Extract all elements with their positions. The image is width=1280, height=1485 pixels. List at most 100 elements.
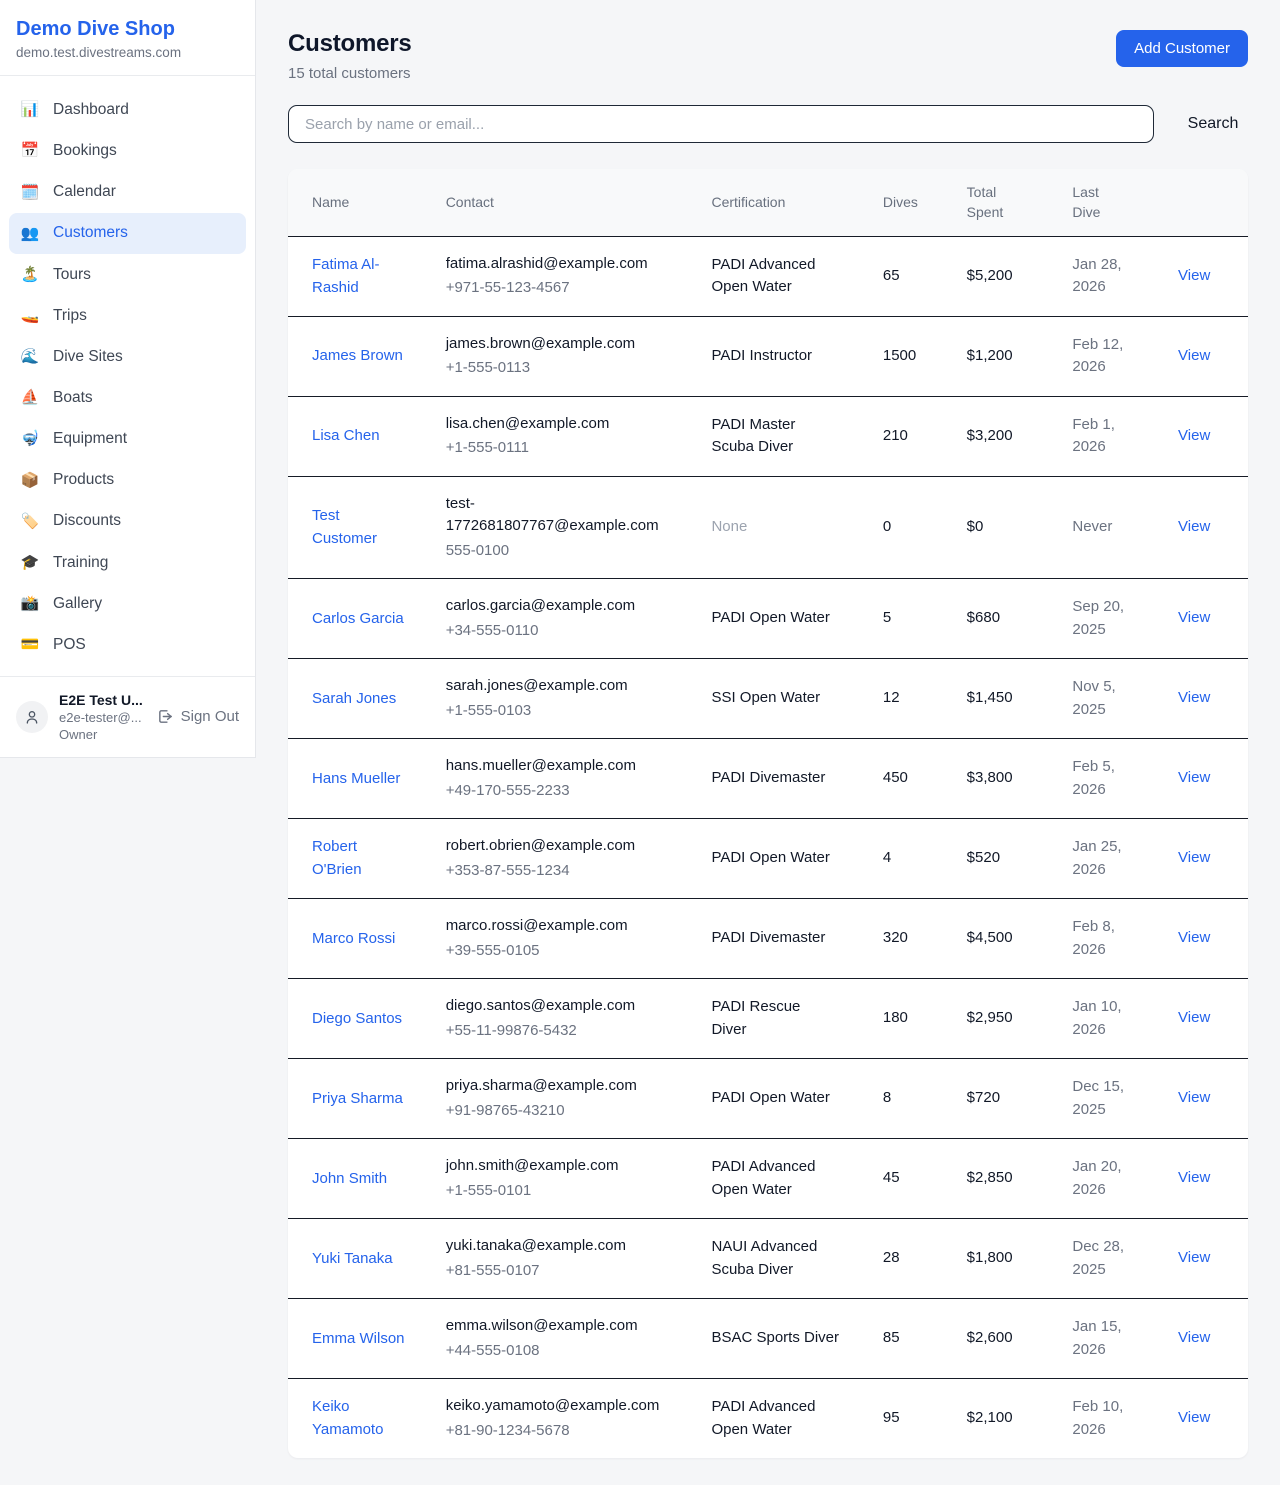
customer-name-link[interactable]: Hans Mueller — [312, 767, 400, 790]
sidebar: Demo Dive Shop demo.test.divestreams.com… — [0, 0, 256, 758]
customer-name-link[interactable]: Carlos Garcia — [312, 607, 404, 630]
sidebar-item-calendar[interactable]: 🗓️ Calendar — [9, 172, 246, 212]
view-link[interactable]: View — [1178, 929, 1210, 946]
customer-total-spent: $2,600 — [955, 1299, 1061, 1379]
table-row: Lisa Chen lisa.chen@example.com +1-555-0… — [288, 396, 1248, 476]
table-header-row: Name Contact Certification Dives Total S… — [288, 169, 1248, 236]
sidebar-item-discounts[interactable]: 🏷️ Discounts — [9, 501, 246, 541]
view-link[interactable]: View — [1178, 1009, 1210, 1026]
column-header-name: Name — [288, 169, 434, 236]
sidebar-item-dive-sites[interactable]: 🌊 Dive Sites — [9, 337, 246, 377]
customer-email: lisa.chen@example.com — [446, 413, 688, 436]
sidebar-user-panel: E2E Test U... e2e-tester@... Owner Sign … — [0, 676, 255, 757]
customer-email: james.brown@example.com — [446, 333, 688, 356]
customer-email: test-1772681807767@example.com — [446, 493, 688, 538]
view-link[interactable]: View — [1178, 427, 1210, 444]
customer-name-link[interactable]: Sarah Jones — [312, 687, 396, 710]
customer-name-link[interactable]: Priya Sharma — [312, 1087, 403, 1110]
customer-name-link[interactable]: Marco Rossi — [312, 927, 395, 950]
sidebar-item-equipment[interactable]: 🤿 Equipment — [9, 419, 246, 459]
view-link[interactable]: View — [1178, 1169, 1210, 1186]
add-customer-button[interactable]: Add Customer — [1116, 30, 1248, 67]
customer-name-link[interactable]: Test Customer — [312, 504, 406, 551]
customer-phone: +81-555-0107 — [446, 1260, 688, 1283]
sidebar-item-tours[interactable]: 🏝️ Tours — [9, 255, 246, 295]
people-icon: 👥 — [20, 224, 40, 244]
view-link[interactable]: View — [1178, 1089, 1210, 1106]
customer-total-spent: $3,200 — [955, 396, 1061, 476]
customer-email: marco.rossi@example.com — [446, 915, 688, 938]
sidebar-item-boats[interactable]: ⛵ Boats — [9, 378, 246, 418]
customer-email: hans.mueller@example.com — [446, 755, 688, 778]
customer-certification: PADI Master Scuba Diver — [711, 414, 839, 459]
customer-last-dive: Jan 15, 2026 — [1072, 1316, 1136, 1361]
view-link[interactable]: View — [1178, 347, 1210, 364]
customer-dives: 4 — [871, 819, 955, 899]
person-icon — [24, 709, 40, 725]
customer-phone: +1-555-0103 — [446, 700, 688, 723]
view-link[interactable]: View — [1178, 689, 1210, 706]
sidebar-item-training[interactable]: 🎓 Training — [9, 543, 246, 583]
search-input[interactable] — [288, 105, 1154, 143]
customer-certification: PADI Open Water — [711, 1087, 839, 1110]
customer-total-spent: $3,800 — [955, 739, 1061, 819]
main-content: Customers 15 total customers Add Custome… — [256, 0, 1280, 1458]
search-button[interactable]: Search — [1154, 115, 1248, 133]
customer-name-link[interactable]: James Brown — [312, 344, 403, 367]
island-icon: 🏝️ — [20, 265, 40, 285]
sidebar-item-dashboard[interactable]: 📊 Dashboard — [9, 90, 246, 130]
customer-name-link[interactable]: Keiko Yamamoto — [312, 1395, 406, 1442]
customer-name-link[interactable]: Robert O'Brien — [312, 835, 406, 882]
view-link[interactable]: View — [1178, 1409, 1210, 1426]
customers-table: Name Contact Certification Dives Total S… — [288, 169, 1248, 1458]
customer-dives: 5 — [871, 579, 955, 659]
customer-name-link[interactable]: John Smith — [312, 1167, 387, 1190]
customer-last-dive: Dec 15, 2025 — [1072, 1076, 1136, 1121]
column-header-certification: Certification — [699, 169, 870, 236]
customer-last-dive: Feb 1, 2026 — [1072, 414, 1136, 459]
customer-email: keiko.yamamoto@example.com — [446, 1395, 688, 1418]
view-link[interactable]: View — [1178, 1329, 1210, 1346]
customer-certification: PADI Open Water — [711, 607, 839, 630]
customer-name-link[interactable]: Lisa Chen — [312, 424, 380, 447]
customer-last-dive: Jan 20, 2026 — [1072, 1156, 1136, 1201]
view-link[interactable]: View — [1178, 609, 1210, 626]
column-header-contact: Contact — [434, 169, 700, 236]
sidebar-item-customers[interactable]: 👥 Customers — [9, 213, 246, 253]
customer-dives: 180 — [871, 979, 955, 1059]
customer-total-spent: $2,850 — [955, 1139, 1061, 1219]
sign-out-label: Sign Out — [181, 708, 239, 725]
sidebar-item-products[interactable]: 📦 Products — [9, 460, 246, 500]
sidebar-item-trips[interactable]: 🚤 Trips — [9, 296, 246, 336]
customer-certification: PADI Open Water — [711, 847, 839, 870]
view-link[interactable]: View — [1178, 769, 1210, 786]
customer-email: sarah.jones@example.com — [446, 675, 688, 698]
customer-name-link[interactable]: Diego Santos — [312, 1007, 402, 1030]
customer-total-spent: $1,800 — [955, 1219, 1061, 1299]
customer-phone: +34-555-0110 — [446, 620, 688, 643]
customers-table-card: Name Contact Certification Dives Total S… — [288, 169, 1248, 1458]
table-row: Test Customer test-1772681807767@example… — [288, 476, 1248, 579]
customer-last-dive: Feb 8, 2026 — [1072, 916, 1136, 961]
customer-phone: +353-87-555-1234 — [446, 860, 688, 883]
view-link[interactable]: View — [1178, 1249, 1210, 1266]
column-header-actions — [1166, 169, 1248, 236]
customer-email: diego.santos@example.com — [446, 995, 688, 1018]
camera-flash-icon: 📸 — [20, 594, 40, 614]
customer-certification: PADI Rescue Diver — [711, 996, 839, 1041]
view-link[interactable]: View — [1178, 849, 1210, 866]
view-link[interactable]: View — [1178, 518, 1210, 535]
view-link[interactable]: View — [1178, 267, 1210, 284]
sidebar-item-gallery[interactable]: 📸 Gallery — [9, 584, 246, 624]
sidebar-item-pos[interactable]: 💳 POS — [9, 625, 246, 665]
customer-last-dive: Sep 20, 2025 — [1072, 596, 1136, 641]
table-row: Robert O'Brien robert.obrien@example.com… — [288, 819, 1248, 899]
sign-out-button[interactable]: Sign Out — [157, 708, 239, 725]
customer-last-dive: Feb 5, 2026 — [1072, 756, 1136, 801]
customer-name-link[interactable]: Yuki Tanaka — [312, 1247, 393, 1270]
sidebar-item-bookings[interactable]: 📅 Bookings — [9, 131, 246, 171]
customer-total-spent: $1,200 — [955, 316, 1061, 396]
customer-last-dive: Feb 10, 2026 — [1072, 1396, 1136, 1441]
customer-name-link[interactable]: Fatima Al-Rashid — [312, 253, 406, 300]
customer-name-link[interactable]: Emma Wilson — [312, 1327, 405, 1350]
